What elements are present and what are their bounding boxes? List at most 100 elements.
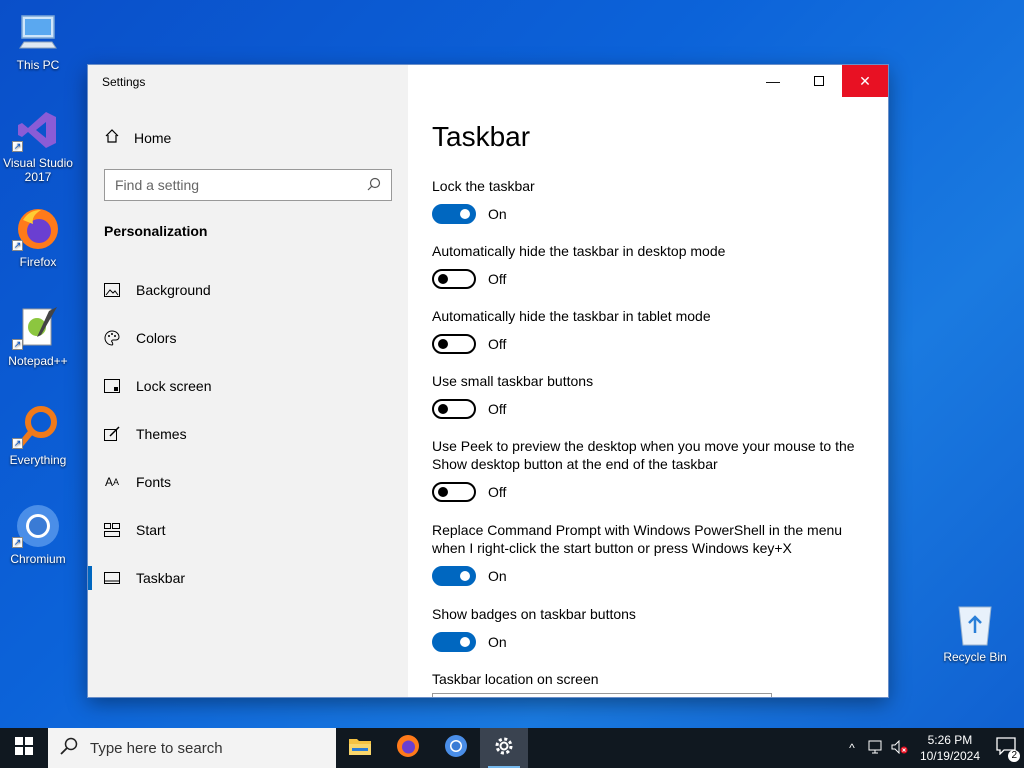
palette-icon xyxy=(104,330,120,346)
nav-label: Taskbar xyxy=(136,570,186,586)
home-link[interactable]: Home xyxy=(104,128,171,147)
toggle-state: Off xyxy=(488,336,507,352)
nav-label: Lock screen xyxy=(136,378,212,394)
setting-badges: Show badges on taskbar buttons On xyxy=(432,605,872,652)
taskbar-clock[interactable]: 5:26 PM 10/19/2024 xyxy=(912,732,988,764)
settings-gear-icon xyxy=(493,735,515,762)
setting-label: Replace Command Prompt with Windows Powe… xyxy=(432,522,843,556)
toggle-switch[interactable] xyxy=(432,204,476,224)
toggle-switch[interactable] xyxy=(432,334,476,354)
taskbar: Type here to search ^ 5:26 PM 10/19/2024 xyxy=(0,728,1024,768)
toggle-state: On xyxy=(488,206,507,222)
recycle-bin-icon xyxy=(951,600,999,648)
desktop-icon-label: Recycle Bin xyxy=(943,650,1007,664)
taskbar-app-file-explorer[interactable] xyxy=(336,728,384,768)
desktop-icon-visual-studio[interactable]: ↗ Visual Studio 2017 xyxy=(0,106,76,184)
minimize-button[interactable]: — xyxy=(750,65,796,97)
taskbar-app-chromium[interactable] xyxy=(432,728,480,768)
visual-studio-icon: ↗ xyxy=(12,106,62,154)
nav-item-background[interactable]: Background xyxy=(88,266,408,314)
windows-logo-icon xyxy=(15,736,33,760)
show-hidden-icons-button[interactable]: ^ xyxy=(840,728,864,768)
desktop-icon-recycle-bin[interactable]: Recycle Bin xyxy=(937,600,1013,664)
desktop-icon-label: This PC xyxy=(16,58,60,72)
search-icon xyxy=(367,177,381,194)
chromium-icon: ↗ xyxy=(12,502,62,550)
page-title: Taskbar xyxy=(432,121,531,152)
nav-label: Themes xyxy=(136,426,187,442)
nav-item-lock-screen[interactable]: Lock screen xyxy=(88,362,408,410)
taskbar-search-box[interactable]: Type here to search xyxy=(48,728,336,768)
taskbar-icon xyxy=(104,570,120,586)
setting-powershell: Replace Command Prompt with Windows Powe… xyxy=(432,521,862,586)
home-label: Home xyxy=(134,129,172,146)
setting-small-buttons: Use small taskbar buttons Off xyxy=(432,372,872,419)
toggle-switch[interactable] xyxy=(432,566,476,586)
picture-icon xyxy=(104,282,120,298)
file-explorer-icon xyxy=(348,736,372,761)
maximize-icon xyxy=(814,73,824,89)
shortcut-arrow-icon: ↗ xyxy=(12,438,23,449)
toggle-switch[interactable] xyxy=(432,482,476,502)
taskbar-search-placeholder: Type here to search xyxy=(90,739,223,757)
settings-content: — ✕ Taskbar Lock the taskbar On Automati… xyxy=(408,65,888,697)
desktop-icon-this-pc[interactable]: This PC xyxy=(0,8,76,72)
toggle-switch[interactable] xyxy=(432,269,476,289)
themes-icon xyxy=(104,426,120,442)
notification-count: 2 xyxy=(1008,750,1020,762)
search-placeholder: Find a setting xyxy=(115,177,200,193)
settings-nav: Background Colors Lock screen Themes AA … xyxy=(88,266,408,602)
toggle-state: On xyxy=(488,634,507,650)
minimize-icon: — xyxy=(766,73,780,89)
clock-time: 5:26 PM xyxy=(927,733,973,747)
desktop-icon-label: Everything xyxy=(9,453,67,467)
setting-peek: Use Peek to preview the desktop when you… xyxy=(432,437,862,502)
chromium-icon xyxy=(444,734,468,763)
action-center-button[interactable]: 2 xyxy=(988,728,1024,768)
notepadpp-icon: ↗ xyxy=(12,304,62,352)
shortcut-arrow-icon: ↗ xyxy=(12,240,23,251)
setting-label: Automatically hide the taskbar in tablet… xyxy=(432,308,711,324)
close-icon: ✕ xyxy=(859,72,871,89)
setting-label: Lock the taskbar xyxy=(432,178,535,194)
volume-status[interactable] xyxy=(888,728,912,768)
network-icon xyxy=(868,740,884,757)
caption-buttons: — ✕ xyxy=(750,65,888,97)
desktop-icon-firefox[interactable]: ↗ Firefox xyxy=(0,205,76,269)
chevron-up-icon: ^ xyxy=(849,741,855,755)
network-status[interactable] xyxy=(864,728,888,768)
nav-item-taskbar[interactable]: Taskbar xyxy=(88,554,408,602)
nav-label: Background xyxy=(136,282,211,298)
taskbar-app-settings[interactable] xyxy=(480,728,528,768)
volume-muted-icon xyxy=(891,739,909,757)
find-setting-input[interactable]: Find a setting xyxy=(104,169,392,201)
nav-label: Start xyxy=(136,522,166,538)
desktop-icon-label: Notepad++ xyxy=(8,354,68,368)
desktop-icon-chromium[interactable]: ↗ Chromium xyxy=(0,502,76,566)
toggle-switch[interactable] xyxy=(432,632,476,652)
start-button[interactable] xyxy=(0,728,48,768)
desktop-icon-label: Firefox xyxy=(19,255,57,269)
taskbar-app-firefox[interactable] xyxy=(384,728,432,768)
toggle-state: Off xyxy=(488,484,507,500)
desktop-icon-notepadpp[interactable]: ↗ Notepad++ xyxy=(0,304,76,368)
shortcut-arrow-icon: ↗ xyxy=(12,339,23,350)
search-icon xyxy=(60,737,78,759)
window-title: Settings xyxy=(102,75,146,89)
taskbar-location-dropdown[interactable] xyxy=(432,693,772,697)
setting-autohide-tablet: Automatically hide the taskbar in tablet… xyxy=(432,307,872,354)
nav-item-themes[interactable]: Themes xyxy=(88,410,408,458)
close-button[interactable]: ✕ xyxy=(842,65,888,97)
setting-autohide-desktop: Automatically hide the taskbar in deskto… xyxy=(432,242,872,289)
section-title: Personalization xyxy=(104,223,208,239)
toggle-switch[interactable] xyxy=(432,399,476,419)
fonts-icon: AA xyxy=(104,475,120,489)
nav-item-colors[interactable]: Colors xyxy=(88,314,408,362)
shortcut-arrow-icon: ↗ xyxy=(12,141,23,152)
nav-item-start[interactable]: Start xyxy=(88,506,408,554)
maximize-button[interactable] xyxy=(796,65,842,97)
nav-item-fonts[interactable]: AA Fonts xyxy=(88,458,408,506)
setting-location-label: Taskbar location on screen xyxy=(432,671,599,687)
setting-label: Automatically hide the taskbar in deskto… xyxy=(432,243,726,259)
desktop-icon-everything[interactable]: ↗ Everything xyxy=(0,403,76,467)
